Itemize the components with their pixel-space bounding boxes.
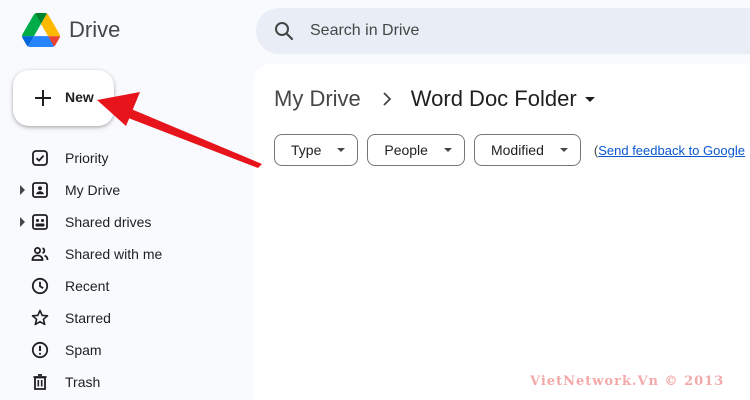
trash-icon <box>33 374 47 390</box>
sidebar-item-shared-drives[interactable]: Shared drives <box>0 206 254 238</box>
new-button[interactable]: New <box>13 70 114 126</box>
search-bar[interactable] <box>256 8 750 54</box>
search-icon[interactable] <box>272 19 296 43</box>
folder-menu-caret-icon[interactable] <box>584 96 595 102</box>
sidebar-nav: Priority My Drive Shared drives Shared w… <box>0 142 254 398</box>
spam-icon <box>31 341 49 359</box>
dropdown-caret-icon <box>337 148 346 152</box>
plus-icon <box>35 90 51 106</box>
sidebar-item-my-drive[interactable]: My Drive <box>0 174 254 206</box>
filter-bar: Type People Modified (Send feedback to G… <box>274 134 745 166</box>
filter-chip-people[interactable]: People <box>367 134 465 166</box>
sidebar-item-label: Shared with me <box>65 246 163 262</box>
sidebar-item-label: My Drive <box>65 182 121 198</box>
filter-chip-type[interactable]: Type <box>274 134 359 166</box>
sidebar-item-starred[interactable]: Starred <box>0 302 254 334</box>
filter-chip-label: Modified <box>490 142 544 158</box>
breadcrumb: My Drive Word Doc Folder <box>274 84 595 114</box>
send-feedback-link[interactable]: Send feedback to Google <box>598 143 745 158</box>
sidebar-item-label: Shared drives <box>65 214 152 230</box>
sidebar-item-label: Trash <box>65 374 101 390</box>
new-button-label: New <box>65 89 94 105</box>
clock-icon <box>31 277 49 295</box>
watermark-text: VietNetwork.Vn © 2013 <box>530 374 725 389</box>
sidebar-item-shared-with-me[interactable]: Shared with me <box>0 238 254 270</box>
sidebar-item-label: Starred <box>65 310 111 326</box>
breadcrumb-root[interactable]: My Drive <box>274 86 361 112</box>
expand-caret-icon[interactable] <box>20 217 25 227</box>
sidebar-item-trash[interactable]: Trash <box>0 366 254 398</box>
feedback-text: (Send feedback to Google <box>594 143 745 158</box>
sidebar-item-spam[interactable]: Spam <box>0 334 254 366</box>
filter-chip-label: Type <box>291 142 322 158</box>
filter-chip-modified[interactable]: Modified <box>473 134 581 166</box>
shared-drives-icon <box>32 214 48 230</box>
shared-with-me-icon <box>31 247 49 261</box>
filter-chip-label: People <box>384 142 428 158</box>
app-brand: Drive <box>69 17 121 42</box>
sidebar-item-label: Priority <box>65 150 109 166</box>
chevron-right-icon <box>383 92 392 106</box>
expand-caret-icon[interactable] <box>20 185 25 195</box>
sidebar-item-label: Recent <box>65 278 110 294</box>
my-drive-icon <box>32 182 48 198</box>
search-input[interactable] <box>310 8 730 54</box>
breadcrumb-current-folder[interactable]: Word Doc Folder <box>411 86 577 112</box>
sidebar-item-recent[interactable]: Recent <box>0 270 254 302</box>
sidebar-item-priority[interactable]: Priority <box>0 142 254 174</box>
dropdown-caret-icon <box>559 148 568 152</box>
sidebar-item-label: Spam <box>65 342 102 358</box>
priority-icon <box>32 150 48 166</box>
drive-logo-icon[interactable] <box>22 13 60 47</box>
dropdown-caret-icon <box>443 148 452 152</box>
top-bar: Drive <box>0 0 750 64</box>
star-icon <box>31 309 49 326</box>
main-content: My Drive Word Doc Folder Type People Mod… <box>254 64 750 400</box>
